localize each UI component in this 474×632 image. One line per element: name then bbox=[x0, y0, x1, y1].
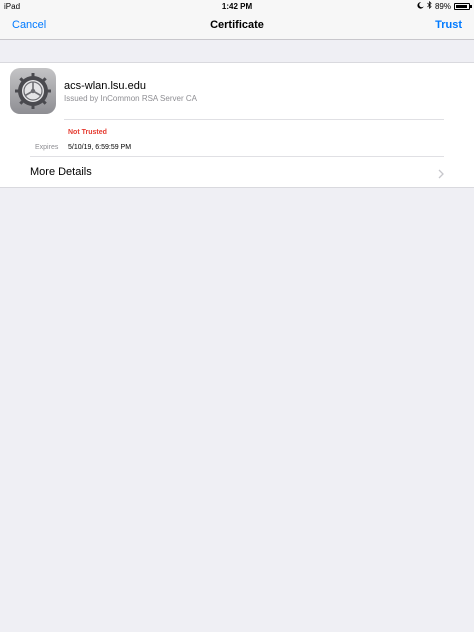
settings-gear-icon bbox=[10, 68, 56, 114]
chevron-right-icon bbox=[438, 166, 444, 184]
status-time: 1:42 PM bbox=[221, 2, 253, 11]
certificate-card: acs-wlan.lsu.edu Issued by InCommon RSA … bbox=[0, 62, 474, 188]
trust-status: Not Trusted bbox=[68, 129, 107, 136]
bluetooth-icon bbox=[427, 0, 432, 13]
divider bbox=[64, 119, 444, 120]
battery-percent: 89% bbox=[434, 2, 451, 11]
expires-label: Expires bbox=[35, 144, 59, 151]
trust-button[interactable]: Trust bbox=[435, 19, 462, 31]
navigation-bar: Cancel Certificate Trust bbox=[0, 13, 474, 40]
battery-icon bbox=[454, 3, 472, 10]
page-title: Certificate bbox=[210, 19, 264, 31]
more-details-row[interactable]: More Details bbox=[0, 157, 474, 187]
more-details-label: More Details bbox=[30, 166, 92, 178]
moon-icon bbox=[417, 0, 424, 13]
certificate-issuer: Issued by InCommon RSA Server CA bbox=[64, 94, 197, 103]
expires-value: 5/10/19, 6:59:59 PM bbox=[68, 144, 132, 151]
status-right: 89% bbox=[417, 0, 472, 13]
certificate-name: acs-wlan.lsu.edu bbox=[64, 80, 146, 92]
status-bar: iPad 1:42 PM 89% bbox=[0, 0, 474, 13]
